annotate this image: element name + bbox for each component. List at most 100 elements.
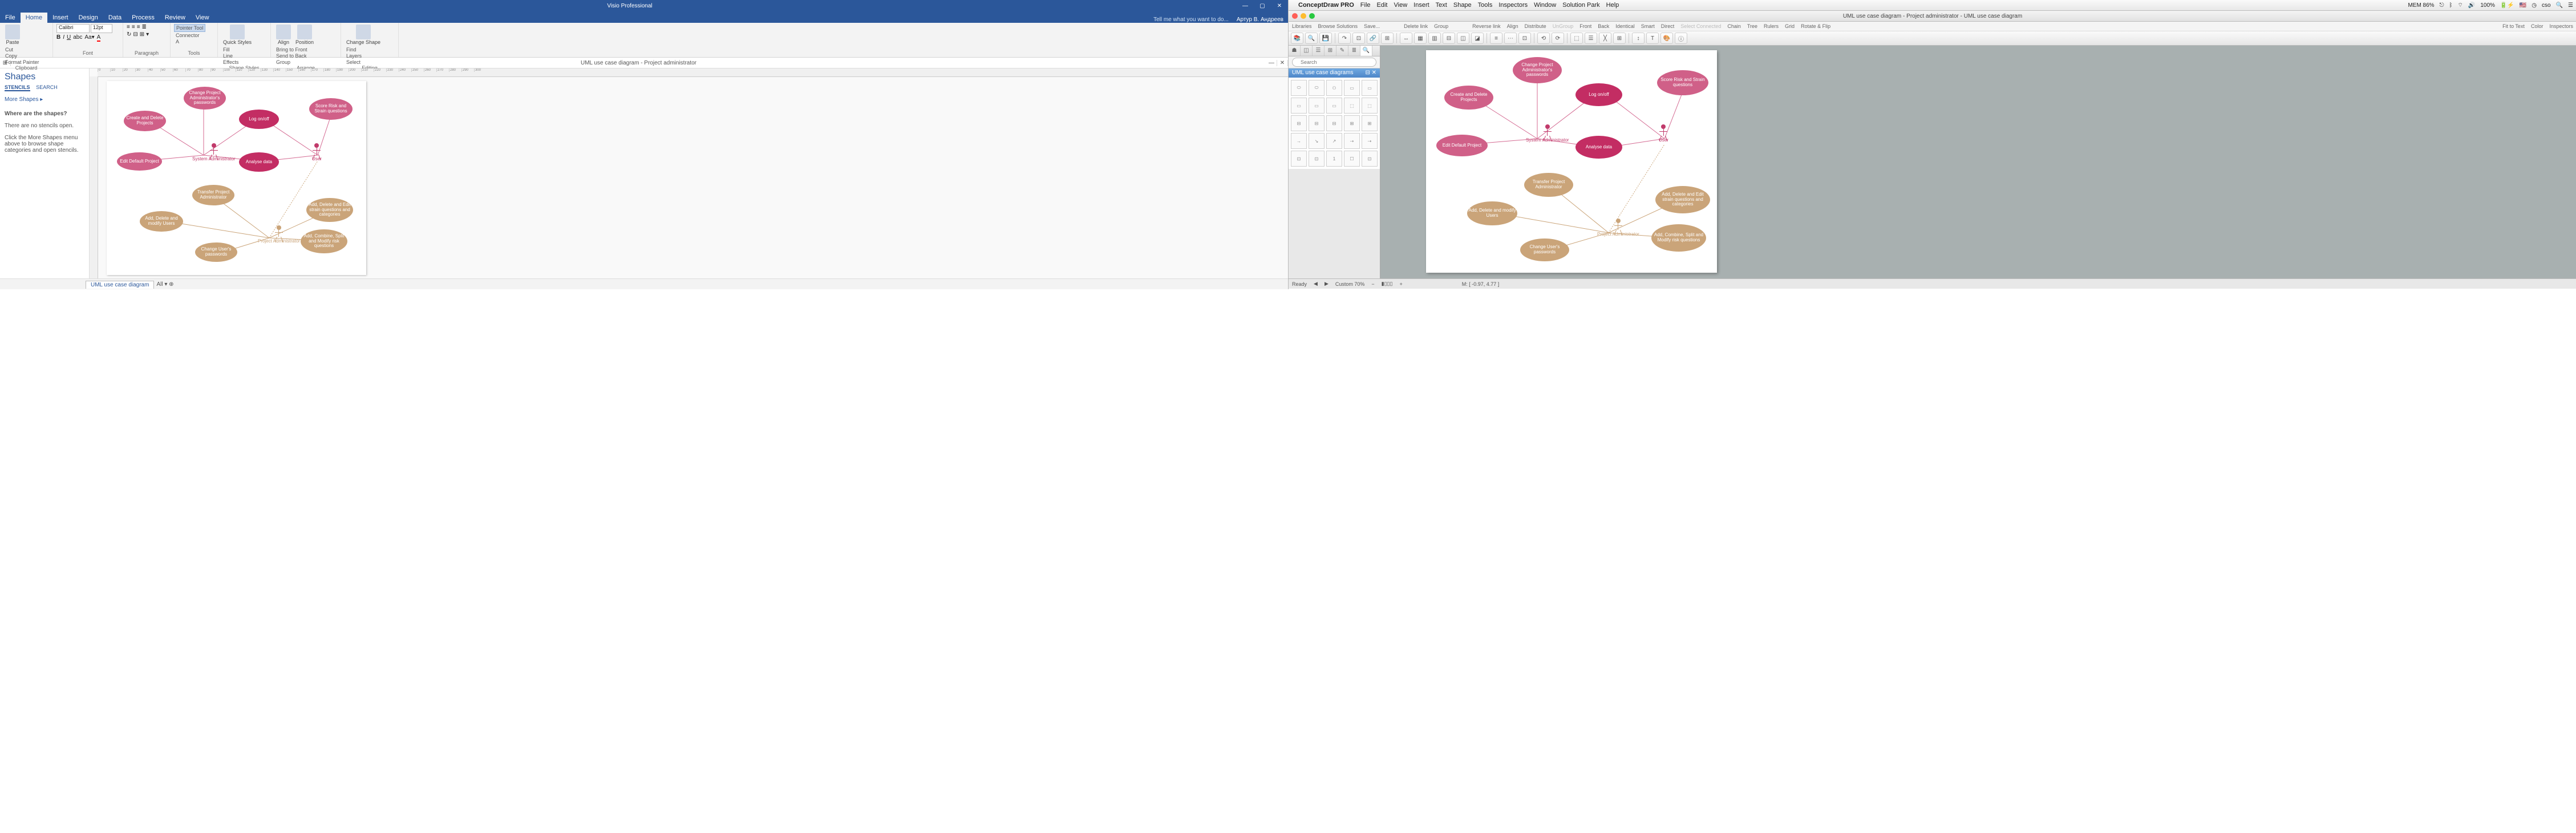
actor-sysadmin[interactable]: System Administrator (192, 143, 236, 161)
page-tab[interactable]: UML use case diagram (86, 281, 154, 289)
cd-actor-sysadmin[interactable]: System Administrator (1526, 124, 1569, 143)
toolbar-icon[interactable]: ╳ (1599, 33, 1611, 44)
menu-edit[interactable]: Edit (1377, 2, 1388, 9)
format-painter-button[interactable]: Format Painter (3, 59, 41, 65)
lt-3[interactable]: ☰ (1313, 46, 1325, 56)
tb-reverse[interactable]: Reverse link (1472, 23, 1501, 29)
rotate-text-icon[interactable]: ↻ (127, 31, 131, 38)
tb-rotate-flip[interactable]: Rotate & Flip (1801, 23, 1830, 29)
wifi-icon[interactable]: ⌔ (2457, 2, 2462, 9)
toolbar-icon[interactable]: ⊞ (1381, 33, 1394, 44)
toolbar-icon[interactable]: ⊞ (1613, 33, 1626, 44)
user-tray[interactable]: cso (2542, 2, 2551, 9)
fill-button[interactable]: Fill (221, 47, 240, 52)
tb-rulers[interactable]: Rulers (1764, 23, 1779, 29)
toolbar-icon[interactable]: ↷ (1338, 33, 1351, 44)
zoom-out-icon[interactable]: − (1371, 281, 1374, 287)
valign-icon[interactable]: ⊟ (133, 31, 137, 38)
library-header[interactable]: UML use case diagrams⊟ ✕ (1289, 68, 1380, 78)
cd-uc-edp[interactable]: Edit Default Project (1436, 135, 1488, 156)
tb-distribute[interactable]: Distribute (1525, 23, 1546, 29)
cd-uc-score[interactable]: Score Risk and Strain questions (1657, 70, 1708, 95)
tab-process[interactable]: Process (127, 13, 160, 23)
shape-cell[interactable]: ⊟ (1309, 115, 1325, 131)
cd-uc-logon[interactable]: Log on/off (1575, 83, 1622, 106)
canvas[interactable]: System Administrator User Project Admini… (1380, 46, 2576, 278)
connector-button[interactable]: Connector (174, 33, 201, 38)
cd-uc-acs[interactable]: Add, Combine, Split and Modify risk ques… (1651, 224, 1706, 252)
cd-uc-chpw[interactable]: Change Project Administrator's passwords (1513, 57, 1562, 83)
font-color-button[interactable]: A (97, 34, 101, 42)
bluetooth-icon[interactable]: ᛒ (2449, 2, 2452, 9)
uc-cup[interactable]: Change User's passwords (195, 242, 237, 262)
close-icon[interactable]: ✕ (1271, 3, 1288, 9)
font-size-up-button[interactable]: Aa▾ (84, 34, 94, 42)
toolbar-icon[interactable]: ⟳ (1552, 33, 1564, 44)
toolbar-icon[interactable]: ⊡ (1352, 33, 1365, 44)
copy-button[interactable]: Copy (3, 53, 41, 59)
cd-uc-ade[interactable]: Add, Delete and Edit strain questions an… (1655, 186, 1710, 213)
uc-ade[interactable]: Add, Delete and Edit strain questions an… (306, 198, 353, 222)
tb-grid[interactable]: Grid (1785, 23, 1795, 29)
bullets-icon[interactable]: ≣ (142, 24, 147, 30)
tb-chain[interactable]: Chain (1727, 23, 1741, 29)
cd-actor-user[interactable]: User (1659, 124, 1668, 143)
send-back-button[interactable]: Send to Back (274, 53, 309, 59)
underline-button[interactable]: U (67, 34, 71, 42)
p3-icon[interactable]: ⊞ (140, 31, 144, 38)
uc-score[interactable]: Score Risk and Strain questions (309, 98, 353, 120)
tb-identical[interactable]: Identical (1615, 23, 1635, 29)
uc-chpw[interactable]: Change Project Administrator's passwords (184, 87, 226, 110)
notif-icon[interactable]: ☰ (2568, 2, 2573, 9)
toolbar-icon[interactable]: 💾 (1319, 33, 1332, 44)
tab-data[interactable]: Data (103, 13, 127, 23)
toolbar-icon[interactable]: 🎨 (1660, 33, 1673, 44)
uc-acs[interactable]: Add, Combine, Split and Modify risk ques… (301, 229, 347, 253)
tb-color[interactable]: Color (2531, 23, 2543, 29)
font-family-select[interactable]: Calibri (56, 24, 90, 33)
zoom-in-icon[interactable]: + (1399, 281, 1402, 287)
page[interactable]: System Administrator User Project Admini… (107, 81, 366, 275)
spotlight-icon[interactable]: 🔍 (2556, 2, 2563, 9)
layers-button[interactable]: Layers (345, 53, 363, 59)
actor-projadmin[interactable]: Project Administrator (258, 225, 300, 244)
tb-front[interactable]: Front (1579, 23, 1591, 29)
shape-cell[interactable]: ⬭ (1309, 80, 1325, 96)
toolbar-icon[interactable]: ≡ (1490, 33, 1502, 44)
align-button[interactable]: Align (274, 24, 293, 46)
menu-view[interactable]: View (1394, 2, 1408, 9)
doc-min-icon[interactable]: — (1266, 60, 1277, 66)
toolbar-icon[interactable]: ◪ (1471, 33, 1484, 44)
tb-align[interactable]: Align (1507, 23, 1518, 29)
font-size-select[interactable]: 12pt (91, 24, 112, 33)
tab-file[interactable]: File (0, 13, 21, 23)
cd-uc-cdproj[interactable]: Create and Delete Projects (1444, 86, 1493, 110)
toolbar-icon[interactable]: ⬚ (1570, 33, 1583, 44)
close-traffic-icon[interactable] (1292, 13, 1298, 19)
library-search-input[interactable] (1292, 58, 1376, 67)
toolbar-icon[interactable]: ⟲ (1537, 33, 1550, 44)
shape-cell[interactable]: ↘ (1309, 133, 1325, 149)
menu-tools[interactable]: Tools (1478, 2, 1493, 9)
tb-libraries[interactable]: Libraries (1292, 23, 1312, 29)
clock-icon[interactable]: ◷ (2532, 2, 2537, 9)
cd-uc-cup[interactable]: Change User's passwords (1520, 238, 1569, 261)
tb-select-connected[interactable]: Select Connected (1680, 23, 1721, 29)
tb-inspectors[interactable]: Inspectors (2549, 23, 2573, 29)
search-tab[interactable]: SEARCH (36, 84, 58, 90)
shape-cell[interactable]: ☐ (1344, 151, 1360, 167)
shape-cell[interactable]: ⇢ (1362, 133, 1378, 149)
line-button[interactable]: Line (221, 53, 240, 59)
cd-uc-adu[interactable]: Add, Delete and modify Users (1467, 201, 1517, 225)
lt-5[interactable]: ✎ (1336, 46, 1348, 56)
menu-shape[interactable]: Shape (1453, 2, 1472, 9)
menu-text[interactable]: Text (1436, 2, 1447, 9)
shape-cell[interactable]: ⬚ (1344, 98, 1360, 114)
shape-cell[interactable]: ⊞ (1344, 115, 1360, 131)
menu-solution-park[interactable]: Solution Park (1562, 2, 1599, 9)
tb-save[interactable]: Save... (1364, 23, 1380, 29)
page[interactable]: System Administrator User Project Admini… (1426, 50, 1717, 273)
tb-delete-link[interactable]: Delete link (1404, 23, 1428, 29)
uc-cdproj[interactable]: Create and Delete Projects (124, 111, 166, 131)
bold-button[interactable]: B (56, 34, 60, 42)
